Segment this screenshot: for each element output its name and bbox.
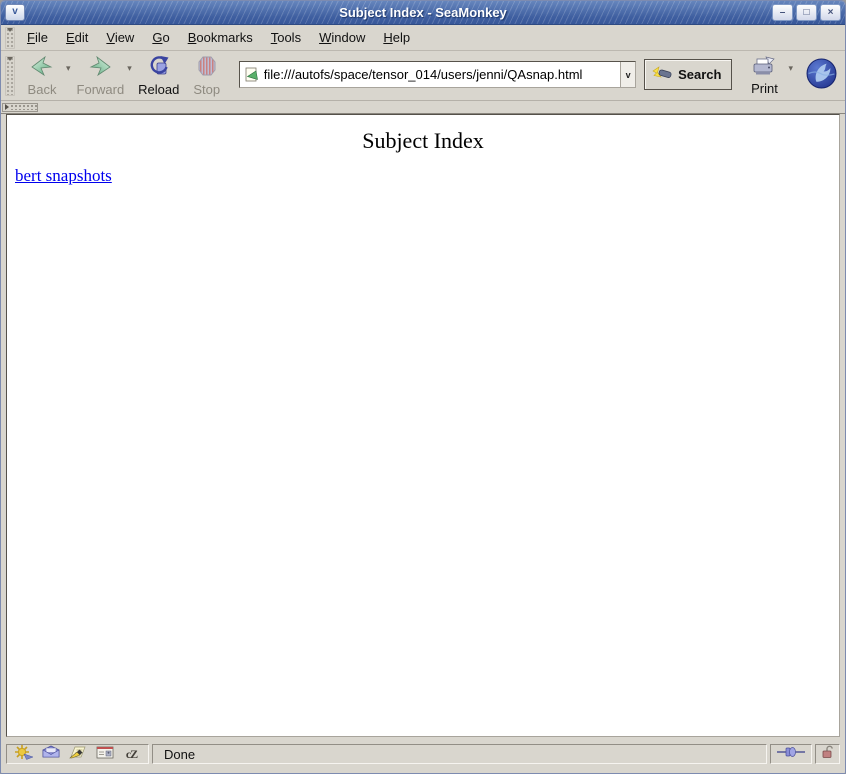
search-button[interactable]: Search (644, 59, 732, 90)
status-bar: cZ Done (1, 737, 845, 773)
navigator-button[interactable] (10, 746, 37, 763)
back-dropdown-icon[interactable]: ▾ (66, 64, 71, 73)
print-dropdown-icon[interactable]: ▾ (788, 64, 793, 73)
browser-window: v Subject Index - SeaMonkey – □ × File E… (0, 0, 846, 774)
menu-file[interactable]: File (18, 27, 57, 48)
close-button[interactable]: × (820, 4, 841, 21)
stop-button[interactable]: Stop (183, 53, 231, 98)
browser-viewport[interactable]: Subject Index bert snapshots (6, 114, 840, 737)
reload-icon (148, 55, 170, 82)
forward-dropdown-icon[interactable]: ▾ (127, 64, 132, 73)
url-dropdown-button[interactable]: v (620, 62, 635, 87)
page-title: Subject Index (7, 128, 839, 154)
toolbar-grippy[interactable] (5, 56, 15, 96)
bert-snapshots-link[interactable]: bert snapshots (15, 166, 112, 186)
back-button[interactable]: Back (18, 53, 66, 98)
chatzilla-button[interactable]: cZ (118, 746, 145, 763)
print-icon (752, 56, 776, 81)
seamonkey-logo-icon (806, 58, 837, 94)
online-status-panel[interactable] (770, 744, 812, 764)
navigation-toolbar: Back ▾ Forward ▾ Reload (1, 51, 845, 101)
back-icon (31, 55, 53, 82)
sidebar-expand-arrow-icon (5, 104, 9, 110)
url-bar: v (239, 61, 636, 88)
stop-icon (197, 55, 217, 82)
window-title: Subject Index - SeaMonkey (1, 5, 845, 20)
chatzilla-icon: cZ (126, 747, 137, 762)
menu-view[interactable]: View (97, 27, 143, 48)
composer-button[interactable] (64, 746, 91, 763)
menu-window[interactable]: Window (310, 27, 374, 48)
menu-bookmarks[interactable]: Bookmarks (179, 27, 262, 48)
print-button[interactable]: Print (740, 54, 788, 97)
security-lock-icon (821, 745, 835, 764)
component-bar: cZ (6, 744, 149, 764)
composer-icon (68, 745, 88, 764)
reload-button[interactable]: Reload (135, 53, 183, 98)
maximize-button[interactable]: □ (796, 4, 817, 21)
bookmark-page-icon[interactable] (244, 67, 259, 82)
window-controls: – □ × (772, 4, 841, 21)
menu-help[interactable]: Help (374, 27, 419, 48)
menu-tools[interactable]: Tools (262, 27, 310, 48)
content-frame: Subject Index bert snapshots (1, 114, 845, 737)
menubar-grippy[interactable] (5, 27, 15, 49)
navigator-icon (14, 744, 34, 765)
sidebar-collapsed-strip (1, 101, 845, 114)
mail-button[interactable] (37, 746, 64, 763)
title-bar[interactable]: v Subject Index - SeaMonkey – □ × (1, 1, 845, 25)
search-flashlight-icon (652, 65, 673, 84)
menu-edit[interactable]: Edit (57, 27, 97, 48)
address-book-button[interactable] (91, 746, 118, 763)
seamonkey-throbber[interactable] (806, 58, 837, 94)
window-menu-button[interactable]: v (5, 4, 25, 21)
minimize-button[interactable]: – (772, 4, 793, 21)
online-plug-icon (777, 745, 805, 763)
sidebar-grippy[interactable] (2, 103, 38, 112)
address-book-icon (96, 745, 114, 764)
url-input[interactable] (262, 67, 620, 82)
forward-icon (89, 55, 111, 82)
menu-go[interactable]: Go (143, 27, 178, 48)
menu-bar: File Edit View Go Bookmarks Tools Window… (1, 25, 845, 51)
security-panel[interactable] (815, 744, 840, 764)
mail-icon (41, 745, 61, 764)
status-text-panel: Done (152, 744, 767, 764)
forward-button[interactable]: Forward (74, 53, 128, 98)
status-text: Done (164, 747, 195, 762)
